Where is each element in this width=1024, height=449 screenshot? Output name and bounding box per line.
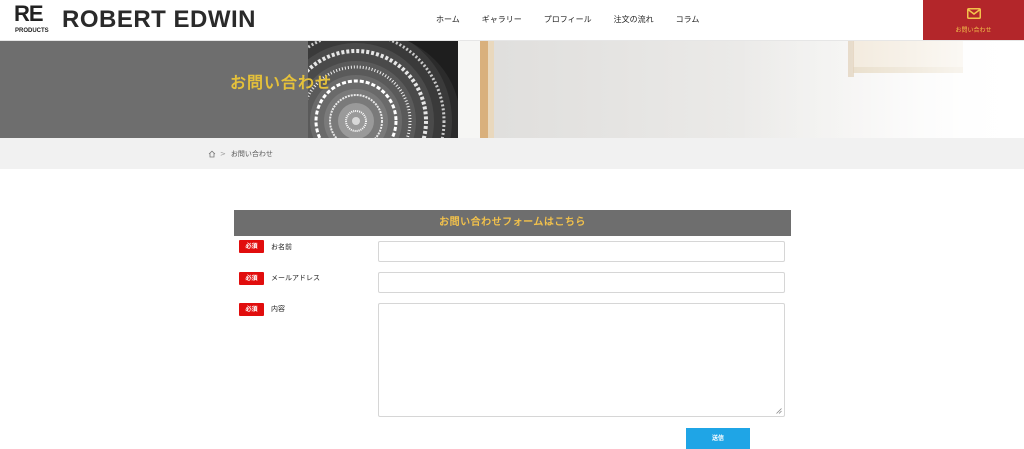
logo[interactable]: RE PRODUCTS bbox=[14, 1, 50, 36]
email-label: メールアドレス bbox=[271, 274, 320, 282]
form-heading-bar: お問い合わせフォームはこちら bbox=[234, 210, 791, 236]
name-label: お名前 bbox=[271, 243, 292, 251]
nav-item-profile[interactable]: プロフィール bbox=[544, 14, 592, 25]
email-field[interactable] bbox=[378, 272, 785, 293]
nav-item-home[interactable]: ホーム bbox=[436, 14, 460, 25]
hero-banner: お問い合わせ bbox=[0, 41, 1024, 138]
site-header: RE PRODUCTS ROBERT EDWIN ホーム ギャラリー プロフィー… bbox=[0, 0, 1024, 41]
message-label: 内容 bbox=[271, 305, 285, 313]
contact-button[interactable]: お問い合わせ bbox=[923, 0, 1024, 40]
breadcrumb: > お問い合わせ bbox=[0, 138, 1024, 169]
message-textarea[interactable] bbox=[378, 303, 785, 417]
name-field[interactable] bbox=[378, 241, 785, 262]
required-badge: 必須 bbox=[239, 272, 264, 285]
hero-image bbox=[308, 41, 1024, 138]
page-title: お問い合わせ bbox=[230, 73, 333, 92]
contact-button-label: お問い合わせ bbox=[955, 27, 992, 34]
logo-mark-re: RE bbox=[14, 1, 44, 26]
breadcrumb-separator: > bbox=[220, 150, 226, 158]
home-icon[interactable] bbox=[208, 150, 216, 158]
submit-button[interactable]: 送信 bbox=[686, 428, 750, 449]
resize-handle-icon[interactable] bbox=[776, 408, 782, 414]
logo-mark-products: PRODUCTS bbox=[15, 28, 49, 34]
nav-item-order-flow[interactable]: 注文の流れ bbox=[614, 14, 654, 25]
breadcrumb-current: お問い合わせ bbox=[230, 150, 273, 158]
nav-item-column[interactable]: コラム bbox=[676, 14, 700, 25]
required-badge: 必須 bbox=[239, 303, 264, 316]
form-heading: お問い合わせフォームはこちら bbox=[439, 217, 586, 228]
brand-name[interactable]: ROBERT EDWIN bbox=[62, 6, 256, 34]
required-badge: 必須 bbox=[239, 240, 264, 253]
mail-icon bbox=[967, 8, 981, 19]
hero-photo-art bbox=[308, 41, 1024, 138]
main-nav: ホーム ギャラリー プロフィール 注文の流れ コラム bbox=[436, 14, 699, 25]
nav-item-gallery[interactable]: ギャラリー bbox=[482, 14, 522, 25]
